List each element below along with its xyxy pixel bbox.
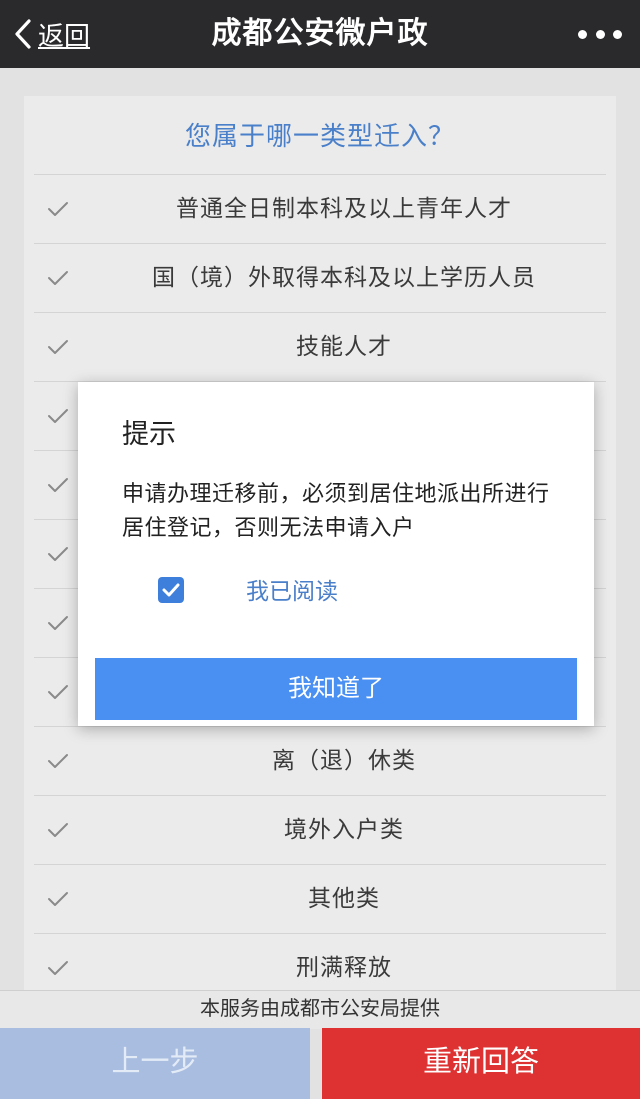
page-title: 成都公安微户政 <box>211 16 429 51</box>
option-label: 国（境）外取得本科及以上学历人员 <box>152 265 536 291</box>
dialog-title: 提示 <box>122 419 176 450</box>
service-provider-note: 本服务由成都市公安局提供 <box>0 990 640 1029</box>
question-heading: 您属于哪一类型迁入？ <box>184 122 455 152</box>
check-icon <box>48 616 68 630</box>
option-label: 普通全日制本科及以上青年人才 <box>176 196 512 222</box>
option-item[interactable]: 境外入户类 <box>34 795 606 864</box>
read-checkbox-label[interactable]: 我已阅读 <box>246 572 338 606</box>
notice-dialog: 提示 申请办理迁移前，必须到居住地派出所进行居住登记，否则无法申请入户 我已阅读… <box>78 382 594 726</box>
read-checkbox[interactable] <box>158 577 184 603</box>
option-item[interactable]: 普通全日制本科及以上青年人才 <box>34 174 606 243</box>
dialog-message: 申请办理迁移前，必须到居住地派出所进行居住登记，否则无法申请入户 <box>122 482 550 541</box>
option-label: 其他类 <box>308 886 380 912</box>
option-label: 技能人才 <box>296 334 392 360</box>
back-button[interactable]: 返回 <box>10 0 90 68</box>
chevron-left-icon <box>15 19 31 49</box>
previous-step-button[interactable]: 上一步 <box>0 1028 310 1099</box>
option-item[interactable]: 其他类 <box>34 864 606 933</box>
checkmark-icon <box>162 583 180 597</box>
check-icon <box>48 823 68 837</box>
option-label: 刑满释放 <box>296 955 392 981</box>
option-label: 离（退）休类 <box>272 748 416 774</box>
check-icon <box>48 754 68 768</box>
check-icon <box>48 892 68 906</box>
top-navbar: 返回 成都公安微户政 <box>0 0 640 68</box>
check-icon <box>48 547 68 561</box>
restart-answer-button[interactable]: 重新回答 <box>322 1028 640 1099</box>
check-icon <box>48 340 68 354</box>
option-item[interactable]: 离（退）休类 <box>34 726 606 795</box>
check-icon <box>48 478 68 492</box>
option-label: 境外入户类 <box>284 817 404 843</box>
check-icon <box>48 271 68 285</box>
back-label: 返回 <box>38 21 91 52</box>
check-icon <box>48 202 68 216</box>
option-item[interactable]: 国（境）外取得本科及以上学历人员 <box>34 243 606 312</box>
check-icon <box>48 409 68 423</box>
option-item[interactable]: 刑满释放 <box>34 933 606 993</box>
more-dots-icon[interactable] <box>578 22 622 46</box>
option-item[interactable]: 技能人才 <box>34 312 606 381</box>
check-icon <box>48 961 68 975</box>
check-icon <box>48 685 68 699</box>
got-it-button[interactable]: 我知道了 <box>95 658 577 720</box>
